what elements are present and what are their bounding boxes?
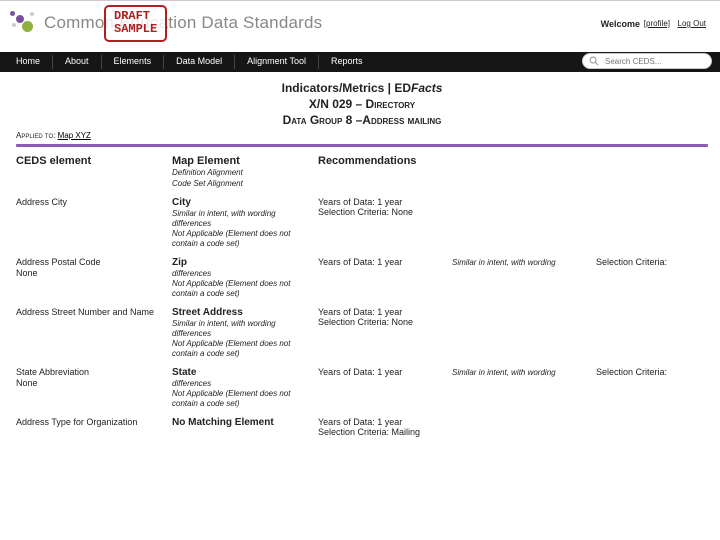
table-row-overflow1 (452, 198, 590, 249)
title-line1b: Facts (411, 81, 442, 95)
table-row-overflow2: Selection Criteria: (596, 257, 716, 299)
table-row-overflow1: Similar in intent, with wording (452, 368, 590, 409)
col-header-ceds: CEDS element (16, 155, 166, 189)
nav-alignment-tool[interactable]: Alignment Tool (235, 52, 318, 72)
alignment-table: CEDS element Map Element Definition Alig… (16, 155, 708, 437)
table-row-recommendations: Years of Data: 1 year (318, 367, 446, 409)
col-header-map-sub1: Definition Alignment (172, 168, 312, 178)
table-row-recommendations: Years of Data: 1 year Selection Criteria… (318, 417, 446, 437)
table-row-ceds: State Abbreviation None (16, 367, 166, 409)
map-element-notes: differences Not Applicable (Element does… (172, 379, 312, 409)
map-element-notes: Similar in intent, with wording differen… (172, 209, 312, 249)
table-row-map: Statedifferences Not Applicable (Element… (172, 367, 312, 409)
nav-reports[interactable]: Reports (319, 52, 375, 72)
title-line1a: Indicators/Metrics | ED (282, 81, 411, 95)
applied-to-label: Applied to: (16, 131, 58, 140)
table-row-overflow2 (596, 417, 716, 437)
table-row-map: No Matching Element (172, 417, 312, 437)
table-row-ceds: Address Postal Code None (16, 257, 166, 299)
map-element-notes: differences Not Applicable (Element does… (172, 269, 312, 299)
map-element-notes: Similar in intent, with wording differen… (172, 319, 312, 359)
welcome-label: Welcome (601, 19, 640, 29)
site-header: Common Education Data Standards DRAFT SA… (0, 0, 720, 52)
brand-text: Common Education Data Standards (44, 13, 322, 33)
title-line3: Data Group 8 –Address mailing (16, 112, 708, 128)
profile-link[interactable]: [profile] (644, 19, 670, 28)
table-row-ceds: Address Street Number and Name (16, 307, 166, 359)
table-row-map: Zipdifferences Not Applicable (Element d… (172, 257, 312, 299)
table-row-overflow1: Similar in intent, with wording (452, 258, 590, 299)
divider (16, 144, 708, 147)
nav-elements[interactable]: Elements (102, 52, 164, 72)
table-row-ceds: Address City (16, 197, 166, 249)
table-row-recommendations: Years of Data: 1 year Selection Criteria… (318, 307, 446, 359)
main-nav: Home About Elements Data Model Alignment… (0, 52, 720, 72)
table-row-overflow2 (596, 307, 716, 359)
applied-to: Applied to: Map XYZ (16, 131, 708, 140)
search-box[interactable] (582, 53, 712, 69)
logout-link[interactable]: Log Out (678, 19, 706, 28)
nav-home[interactable]: Home (4, 52, 52, 72)
map-element-name: Street Address (172, 307, 312, 318)
applied-to-link[interactable]: Map XYZ (58, 131, 91, 140)
draft-stamp: DRAFT SAMPLE (104, 5, 167, 42)
draft-line2: SAMPLE (114, 23, 157, 36)
table-row-overflow2 (596, 197, 716, 249)
table-row-overflow1 (452, 308, 590, 359)
map-element-name: Zip (172, 257, 312, 268)
col-header-map: Map Element Definition Alignment Code Se… (172, 155, 312, 189)
table-row-recommendations: Years of Data: 1 year (318, 257, 446, 299)
table-row-ceds: Address Type for Organization (16, 417, 166, 437)
map-element-name: City (172, 197, 312, 208)
table-row-map: CitySimilar in intent, with wording diff… (172, 197, 312, 249)
logo-dots-icon (10, 9, 40, 37)
map-element-name: State (172, 367, 312, 378)
report-title: Indicators/Metrics | EDFacts X/N 029 – D… (16, 80, 708, 129)
table-row-overflow2: Selection Criteria: (596, 367, 716, 409)
table-row-map: Street AddressSimilar in intent, with wo… (172, 307, 312, 359)
col-header-map-sub2: Code Set Alignment (172, 179, 312, 189)
col-header-map-label: Map Element (172, 155, 312, 167)
table-row-overflow1 (452, 418, 590, 437)
nav-about[interactable]: About (53, 52, 101, 72)
table-row-recommendations: Years of Data: 1 year Selection Criteria… (318, 197, 446, 249)
search-input[interactable] (603, 56, 703, 67)
title-line2: X/N 029 – Directory (16, 96, 708, 112)
nav-data-model[interactable]: Data Model (164, 52, 234, 72)
search-icon (589, 56, 599, 66)
page-content: Indicators/Metrics | EDFacts X/N 029 – D… (0, 72, 720, 455)
col-header-rec: Recommendations (318, 155, 446, 189)
map-element-name: No Matching Element (172, 417, 312, 428)
